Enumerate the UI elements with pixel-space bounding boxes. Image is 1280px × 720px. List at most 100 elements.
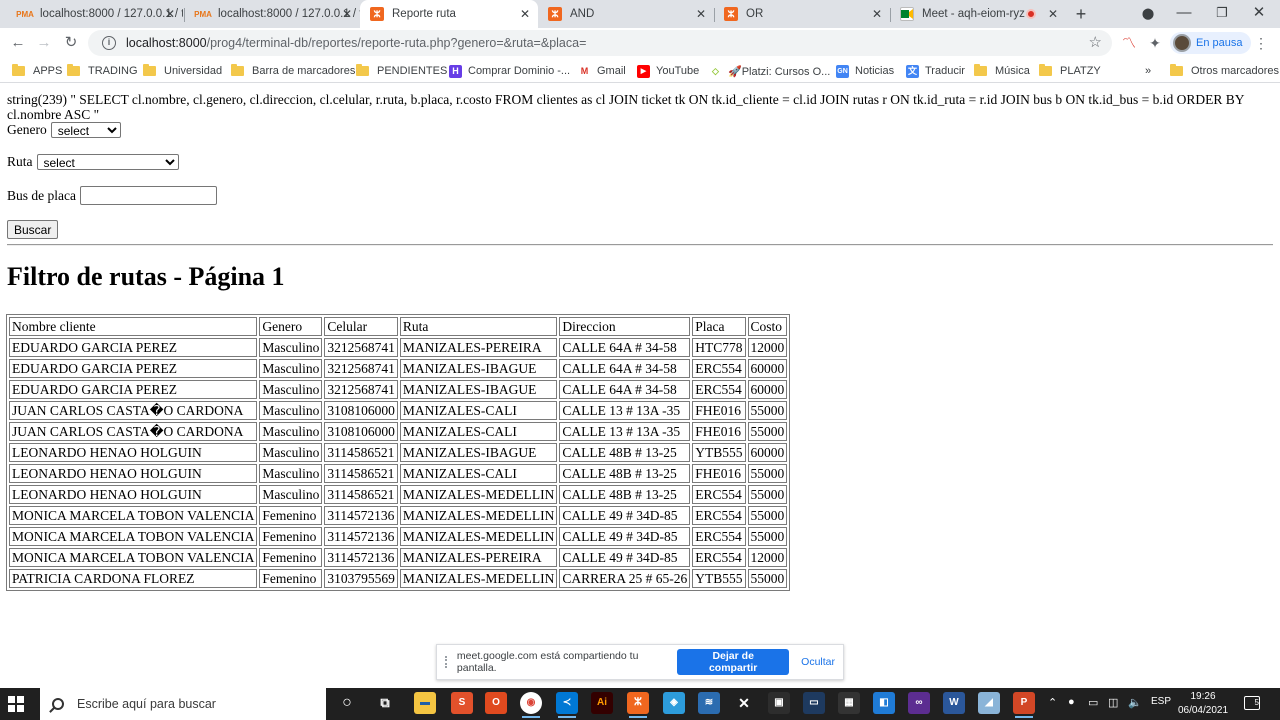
tab-reporte-ruta[interactable]: ⵣ Reporte ruta ✕ bbox=[360, 0, 538, 28]
table-cell: 55000 bbox=[747, 485, 788, 504]
table-cell: MANIZALES-PEREIRA bbox=[399, 548, 558, 567]
network-icon[interactable]: ◫ bbox=[1108, 696, 1118, 709]
profile-status: En pausa bbox=[1196, 37, 1243, 49]
illustrator-icon[interactable]: Ai bbox=[591, 692, 613, 714]
table-cell: MANIZALES-PEREIRA bbox=[399, 338, 558, 357]
tab-meet[interactable]: Meet - aqh-eiom-ryz ✕ bbox=[890, 0, 1066, 28]
tab-separator bbox=[184, 8, 185, 22]
stop-sharing-button[interactable]: Dejar de compartir bbox=[677, 649, 790, 675]
close-icon[interactable]: ✕ bbox=[1046, 7, 1060, 21]
notification-center-icon[interactable]: 5 bbox=[1244, 696, 1260, 710]
bookmark-star-icon[interactable]: ☆ bbox=[1089, 33, 1102, 51]
page-content: string(239) " SELECT cl.nombre, cl.gener… bbox=[0, 84, 1280, 688]
app-icon[interactable]: ◢ bbox=[978, 692, 1000, 714]
xampp-icon: ⵣ bbox=[548, 7, 562, 21]
close-icon[interactable]: ✕ bbox=[340, 7, 354, 21]
bookmark-label: APPS bbox=[33, 65, 63, 77]
bookmark-comprar-dominio[interactable]: H Comprar Dominio -... bbox=[449, 63, 570, 79]
tab-search-icon[interactable]: ⬤ bbox=[1137, 3, 1159, 25]
menu-kebab-icon[interactable]: ⋮ bbox=[1252, 34, 1270, 52]
app-icon[interactable]: ▦ bbox=[838, 692, 860, 714]
profile-button[interactable]: En pausa bbox=[1170, 32, 1252, 54]
tab-and[interactable]: ⵣ AND ✕ bbox=[538, 0, 714, 28]
extension-chart-icon[interactable]: 〽 bbox=[1120, 34, 1138, 52]
word-icon[interactable]: W bbox=[943, 692, 965, 714]
back-button[interactable]: ← bbox=[7, 32, 29, 54]
table-row: LEONARDO HENAO HOLGUIN Masculino 311458652… bbox=[9, 464, 788, 483]
close-icon[interactable]: ✕ bbox=[870, 7, 884, 21]
table-cell: 55000 bbox=[747, 464, 788, 483]
store-icon[interactable]: ▣ bbox=[768, 692, 790, 714]
bookmark-gmail[interactable]: M Gmail bbox=[578, 63, 626, 79]
buscar-button[interactable]: Buscar bbox=[7, 220, 59, 239]
bookmark-traducir[interactable]: 文 Traducir bbox=[906, 63, 965, 79]
genero-select[interactable]: select bbox=[50, 122, 121, 138]
tab-phpmyadmin-1[interactable]: PMA localhost:8000 / 127.0.0.1 / t ✕ bbox=[8, 0, 183, 28]
bookmark-apps[interactable]: APPS bbox=[12, 63, 62, 79]
site-info-icon[interactable]: i bbox=[102, 36, 116, 50]
bookmark-trading[interactable]: TRADING bbox=[67, 63, 138, 79]
column-header: Genero bbox=[259, 317, 323, 336]
task-view-icon[interactable]: ⧉ bbox=[374, 692, 396, 714]
close-icon[interactable]: ✕ bbox=[518, 7, 532, 21]
windows-start-icon[interactable] bbox=[8, 696, 24, 712]
chrome-icon[interactable]: ◉ bbox=[520, 692, 542, 718]
hide-sharing-bar-button[interactable]: Ocultar bbox=[793, 656, 843, 668]
ruta-select[interactable]: select bbox=[36, 154, 179, 170]
bookmark-otros-marcadores[interactable]: Otros marcadores bbox=[1170, 63, 1279, 79]
volume-icon[interactable]: 🔈 bbox=[1128, 696, 1142, 709]
table-cell: Masculino bbox=[259, 338, 323, 357]
app-icon[interactable]: ▭ bbox=[803, 692, 825, 714]
bookmark-platzi[interactable]: ◇ 🚀Platzi: Cursos O... bbox=[709, 63, 830, 79]
file-explorer-icon[interactable]: ▬ bbox=[414, 692, 436, 714]
table-cell: ERC554 bbox=[692, 485, 746, 504]
xampp-icon[interactable]: ⵣ bbox=[627, 692, 649, 718]
bookmark-musica[interactable]: Música bbox=[974, 63, 1030, 79]
powerpoint-icon[interactable]: P bbox=[1013, 692, 1035, 718]
clock[interactable]: 19:26 06/04/2021 bbox=[1172, 690, 1234, 718]
reload-button[interactable]: ↻ bbox=[60, 32, 82, 54]
tab-title: Meet - aqh-eiom-ryz bbox=[922, 8, 1025, 20]
bookmark-barra-de-marcadores[interactable]: Barra de marcadores bbox=[231, 63, 355, 79]
table-cell: CALLE 48B # 13-25 bbox=[559, 464, 691, 483]
restore-button[interactable]: ❐ bbox=[1211, 2, 1233, 24]
minimize-button[interactable]: — bbox=[1173, 2, 1195, 24]
app-icon[interactable]: ◈ bbox=[663, 692, 685, 714]
cortana-icon[interactable]: ○ bbox=[336, 692, 358, 714]
tab-phpmyadmin-2[interactable]: PMA localhost:8000 / 127.0.0.1 / t ✕ bbox=[186, 0, 360, 28]
microphone-icon[interactable]: ● bbox=[1068, 696, 1075, 708]
drag-handle-icon[interactable] bbox=[445, 656, 449, 668]
table-cell: Masculino bbox=[259, 464, 323, 483]
tab-or[interactable]: ⵣ OR ✕ bbox=[714, 0, 890, 28]
bookmark-noticias[interactable]: GN Noticias bbox=[836, 63, 894, 79]
ruta-filter: Ruta select bbox=[7, 154, 179, 170]
new-tab-button[interactable]: + bbox=[1070, 3, 1092, 25]
bookmark-pendientes[interactable]: PENDIENTES bbox=[356, 63, 447, 79]
tab-strip: PMA localhost:8000 / 127.0.0.1 / t ✕ PMA… bbox=[0, 0, 1280, 28]
clock-date: 06/04/2021 bbox=[1177, 705, 1229, 716]
battery-icon[interactable]: ▭ bbox=[1088, 696, 1098, 709]
close-icon[interactable]: ✕ bbox=[694, 7, 708, 21]
bookmark-youtube[interactable]: ▶ YouTube bbox=[637, 63, 699, 79]
address-bar[interactable]: i localhost:8000/prog4/terminal-db/repor… bbox=[88, 30, 1112, 56]
bookmarks-overflow-button[interactable]: » bbox=[1145, 63, 1151, 79]
language-indicator[interactable]: ESP bbox=[1151, 696, 1171, 707]
bookmark-platzy[interactable]: PLATZY bbox=[1039, 63, 1101, 79]
tray-chevron-icon[interactable]: ⌃ bbox=[1048, 696, 1057, 709]
bookmark-universidad[interactable]: Universidad bbox=[143, 63, 222, 79]
extensions-puzzle-icon[interactable]: ✦ bbox=[1146, 34, 1164, 52]
placa-input[interactable] bbox=[79, 186, 217, 205]
visual-studio-icon[interactable]: ∞ bbox=[908, 692, 930, 714]
office-icon[interactable]: O bbox=[485, 692, 507, 714]
app-icon[interactable]: S bbox=[451, 692, 473, 714]
table-cell: MONICA MARCELA TOBON VALENCIA bbox=[9, 506, 258, 525]
vscode-icon[interactable]: ≺ bbox=[556, 692, 578, 718]
forward-button[interactable]: → bbox=[33, 32, 55, 54]
close-icon[interactable]: ✕ bbox=[163, 7, 177, 21]
taskbar-search-box[interactable]: Escribe aquí para buscar bbox=[40, 688, 326, 720]
app-icon[interactable]: ≋ bbox=[698, 692, 720, 714]
table-row: MONICA MARCELA TOBON VALENCIA Femenino 311… bbox=[9, 527, 788, 546]
window-close-button[interactable]: ✕ bbox=[1248, 2, 1270, 24]
xbox-icon[interactable]: ✕ bbox=[733, 692, 755, 714]
app-icon[interactable]: ◧ bbox=[873, 692, 895, 714]
